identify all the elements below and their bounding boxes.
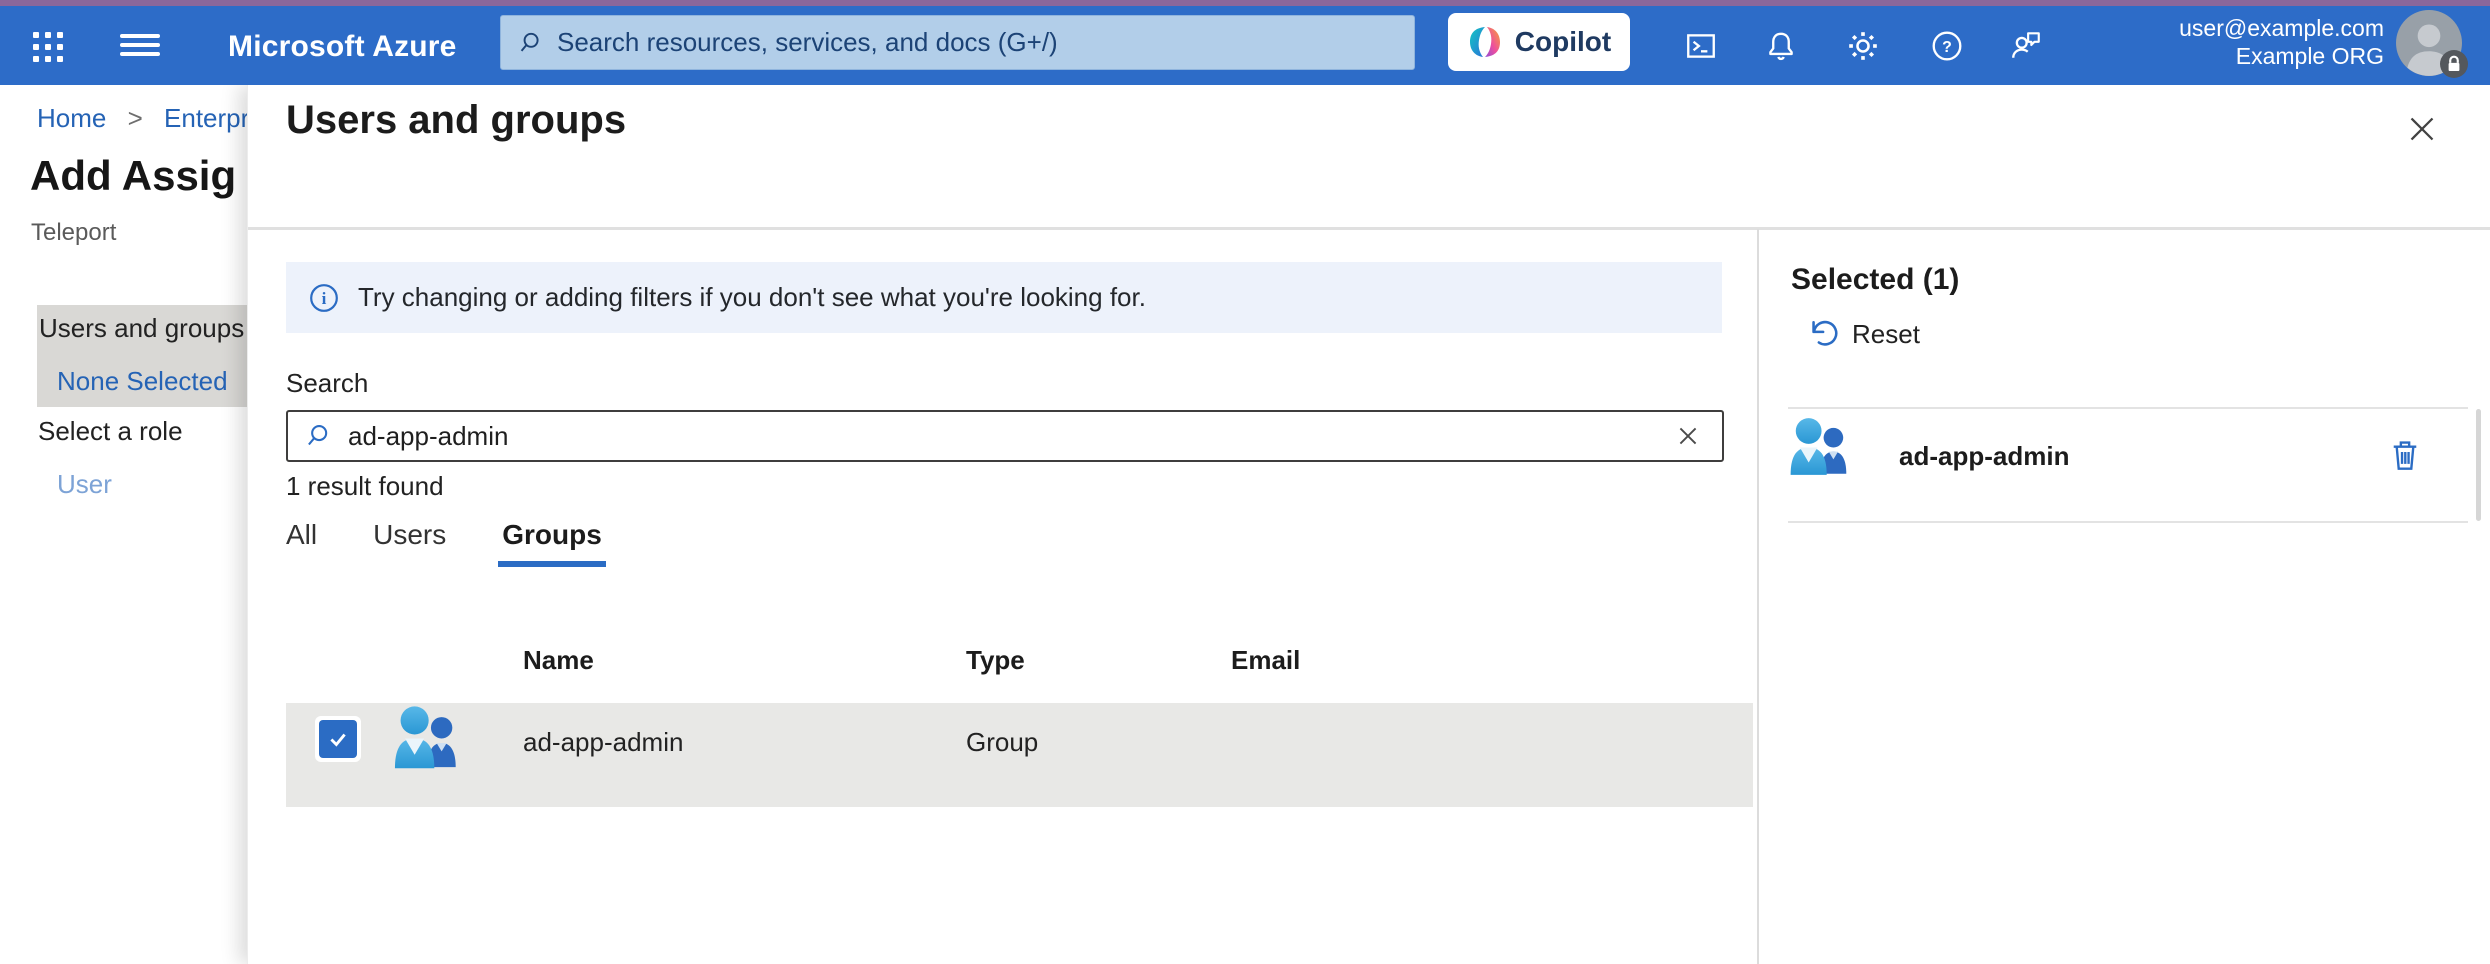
notifications-bell-icon[interactable] — [1758, 23, 1804, 69]
users-groups-field-label: Users and groups — [39, 313, 244, 344]
feedback-icon[interactable] — [2003, 23, 2049, 69]
group-icon — [1787, 415, 1853, 481]
browser-top-strip — [0, 0, 2490, 6]
tab-all[interactable]: All — [286, 519, 317, 567]
app-launcher-icon[interactable] — [26, 25, 68, 67]
panel-search-box[interactable] — [286, 410, 1724, 462]
row-name: ad-app-admin — [523, 727, 683, 758]
svg-text:?: ? — [1942, 39, 1952, 56]
breadcrumb: Home > Enterpr — [37, 103, 249, 134]
selected-list-divider — [1788, 521, 2468, 523]
scrollbar-thumb[interactable] — [2476, 409, 2481, 521]
help-icon[interactable]: ? — [1924, 23, 1970, 69]
selected-panel-title: Selected (1) — [1791, 263, 1959, 297]
tab-users[interactable]: Users — [373, 519, 446, 567]
tab-groups[interactable]: Groups — [502, 519, 602, 567]
brand-title[interactable]: Microsoft Azure — [228, 30, 457, 64]
column-header-email[interactable]: Email — [1231, 645, 1300, 676]
panel-search-input[interactable] — [348, 421, 1670, 452]
search-icon — [304, 422, 332, 450]
reset-label: Reset — [1852, 319, 1920, 350]
users-and-groups-panel: Users and groups i Try changing or addin… — [247, 85, 2490, 964]
azure-top-bar: Microsoft Azure Copilot — [0, 6, 2490, 85]
vertical-divider — [1757, 229, 1759, 964]
row-checkbox[interactable] — [315, 716, 361, 762]
global-search-box[interactable] — [500, 15, 1415, 70]
page-subtitle: Teleport — [31, 219, 116, 247]
undo-icon — [1804, 317, 1838, 351]
close-icon[interactable] — [2398, 105, 2446, 153]
checkmark-icon — [327, 728, 349, 750]
breadcrumb-home-link[interactable]: Home — [37, 103, 106, 133]
svg-text:i: i — [322, 289, 327, 308]
group-icon — [391, 703, 463, 775]
global-search-input[interactable] — [557, 27, 1398, 58]
page-title: Add Assig — [30, 152, 236, 200]
filter-tabs: All Users Groups — [286, 519, 602, 567]
delete-trash-icon[interactable] — [2383, 433, 2427, 477]
result-count: 1 result found — [286, 471, 444, 502]
account-info[interactable]: user@example.com Example ORG — [2179, 14, 2384, 70]
selected-list-item: ad-app-admin — [1787, 415, 2468, 521]
copilot-logo-icon — [1467, 24, 1503, 60]
users-groups-field-value-link[interactable]: None Selected — [57, 366, 228, 397]
copilot-button[interactable]: Copilot — [1448, 13, 1630, 71]
reset-button[interactable]: Reset — [1804, 317, 1920, 351]
copilot-label: Copilot — [1515, 26, 1611, 58]
panel-title: Users and groups — [286, 98, 626, 143]
column-header-type[interactable]: Type — [966, 645, 1025, 676]
lock-badge-icon — [2440, 50, 2468, 78]
breadcrumb-separator: > — [128, 103, 143, 133]
row-type: Group — [966, 727, 1038, 758]
hamburger-menu-icon[interactable] — [120, 30, 160, 60]
panel-header-divider — [248, 227, 2490, 230]
search-icon — [517, 30, 543, 56]
clear-search-icon[interactable] — [1670, 418, 1706, 454]
cloud-shell-icon[interactable] — [1678, 23, 1724, 69]
selected-item-name: ad-app-admin — [1899, 441, 2069, 472]
account-email: user@example.com — [2179, 14, 2384, 42]
table-row[interactable]: ad-app-admin Group — [286, 703, 1753, 807]
info-icon: i — [308, 282, 340, 314]
settings-gear-icon[interactable] — [1840, 23, 1886, 69]
selected-list-divider — [1788, 407, 2468, 409]
info-banner-text: Try changing or adding filters if you do… — [358, 282, 1146, 313]
account-org: Example ORG — [2179, 42, 2384, 70]
breadcrumb-enterprise-link[interactable]: Enterpr — [164, 103, 249, 133]
select-role-label: Select a role — [38, 416, 183, 447]
info-banner: i Try changing or adding filters if you … — [286, 262, 1722, 333]
search-label: Search — [286, 368, 368, 399]
select-role-value-link[interactable]: User — [57, 469, 112, 500]
column-header-name[interactable]: Name — [523, 645, 594, 676]
